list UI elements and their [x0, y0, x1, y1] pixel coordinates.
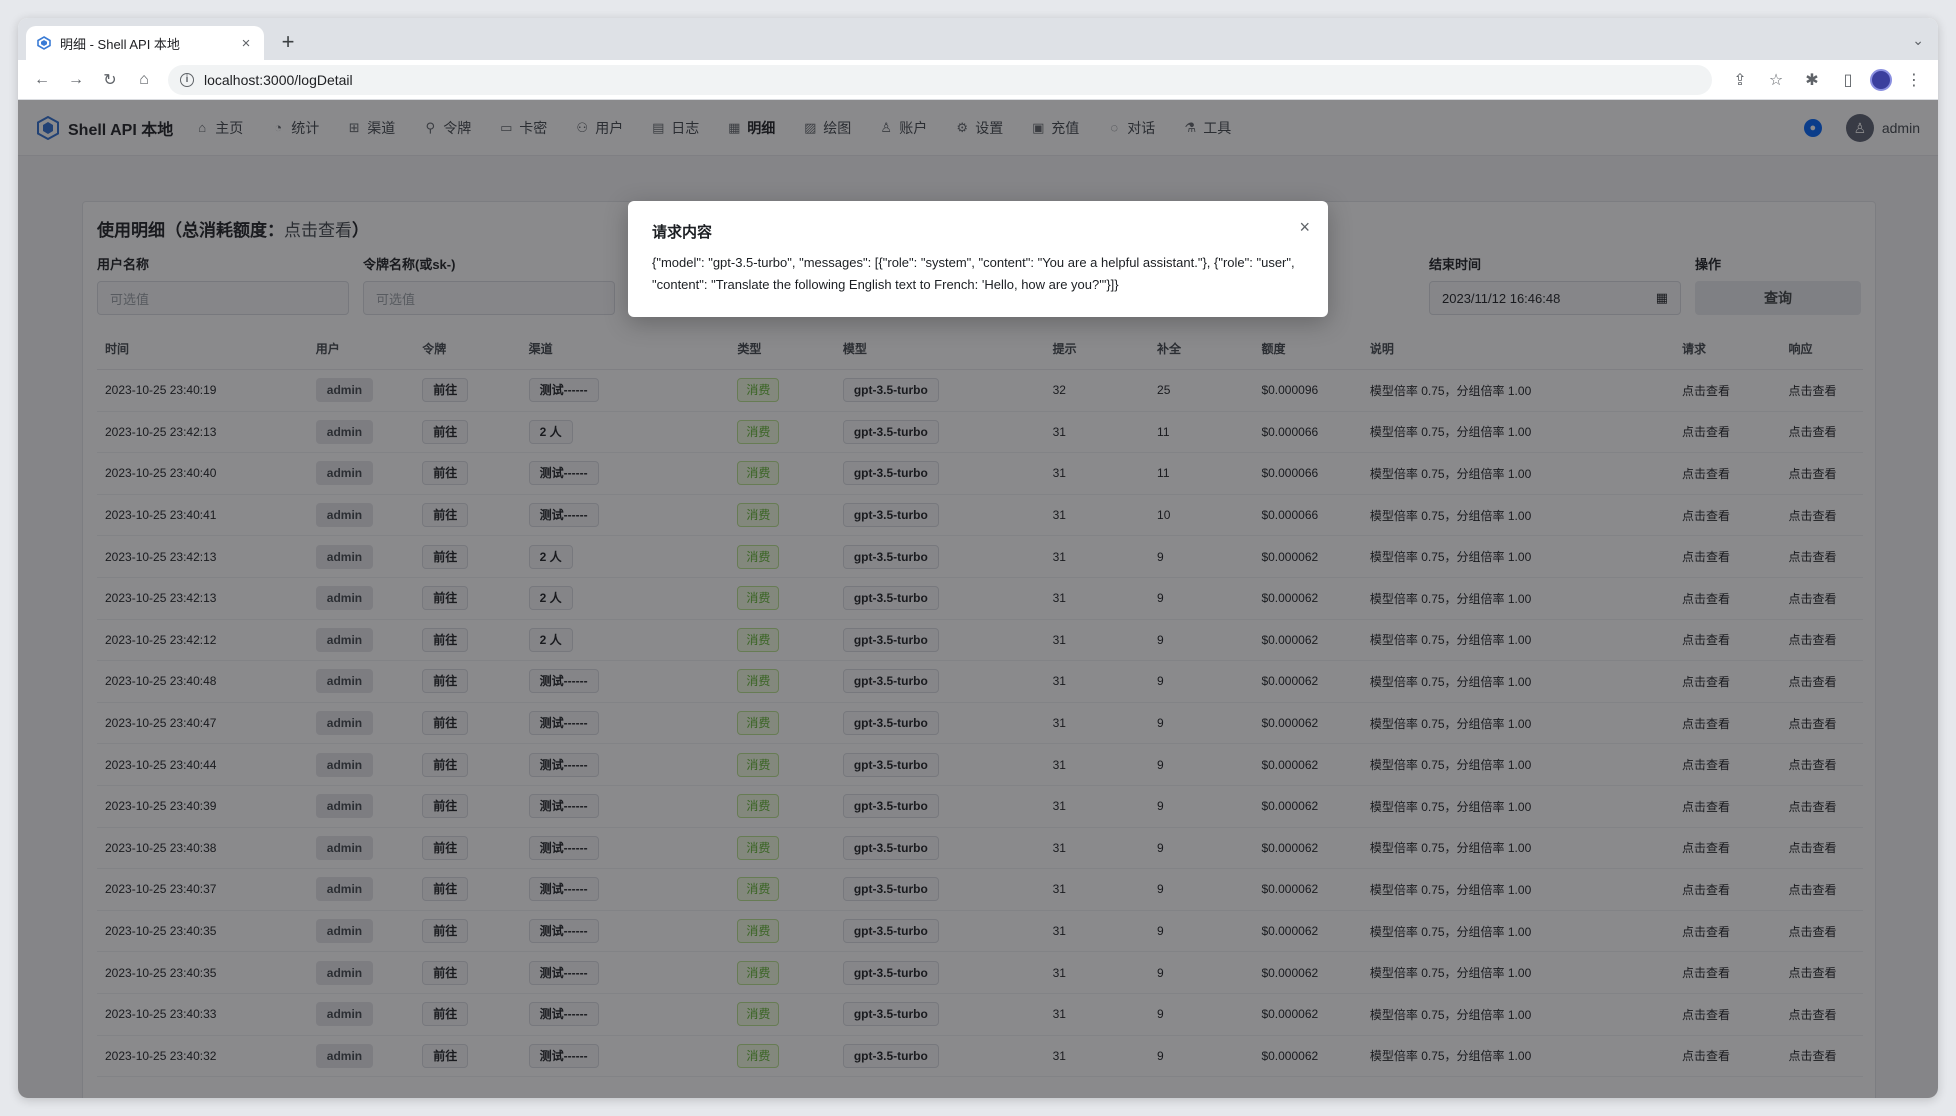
browser-window: 明细 - Shell API 本地 × + ⌄ ← → ↻ ⌂ i localh… [18, 18, 1938, 1098]
forward-arrow-icon[interactable]: → [62, 66, 90, 94]
modal-title: 请求内容 [652, 224, 713, 241]
menu-kebab-icon[interactable]: ⋮ [1900, 66, 1928, 94]
tab-close-icon[interactable]: × [238, 35, 254, 52]
profile-avatar-icon[interactable] [1870, 68, 1892, 91]
extensions-icon[interactable]: ✱ [1798, 66, 1826, 94]
new-tab-button[interactable]: + [276, 30, 300, 54]
address-bar[interactable]: i localhost:3000/logDetail [168, 64, 1712, 95]
bookmark-star-icon[interactable]: ☆ [1762, 66, 1790, 94]
page-content: Shell API 本地 ⌂主页◔统计⊞渠道⚲令牌▭卡密⚇用户▤日志▦明细▨绘图… [18, 100, 1938, 1098]
browser-tab[interactable]: 明细 - Shell API 本地 × [26, 26, 264, 60]
close-icon[interactable]: × [1299, 217, 1310, 238]
favicon-icon [36, 35, 52, 51]
request-content-modal: 请求内容 {"model": "gpt-3.5-turbo", "message… [628, 201, 1328, 317]
reload-icon[interactable]: ↻ [96, 66, 124, 94]
tab-strip: 明细 - Shell API 本地 × + ⌄ [18, 18, 1938, 60]
side-panel-icon[interactable]: ▯ [1834, 66, 1862, 94]
share-icon[interactable]: ⇪ [1726, 66, 1754, 94]
site-info-icon[interactable]: i [180, 72, 194, 87]
tab-search-chevron-icon[interactable]: ⌄ [1912, 32, 1924, 49]
home-button-icon[interactable]: ⌂ [130, 66, 158, 94]
browser-toolbar: ← → ↻ ⌂ i localhost:3000/logDetail ⇪ ☆ ✱… [18, 60, 1938, 100]
modal-body: {"model": "gpt-3.5-turbo", "messages": [… [652, 255, 1295, 292]
back-arrow-icon[interactable]: ← [28, 66, 56, 94]
tab-title: 明细 - Shell API 本地 [60, 36, 180, 52]
url-text: localhost:3000/logDetail [204, 71, 353, 88]
